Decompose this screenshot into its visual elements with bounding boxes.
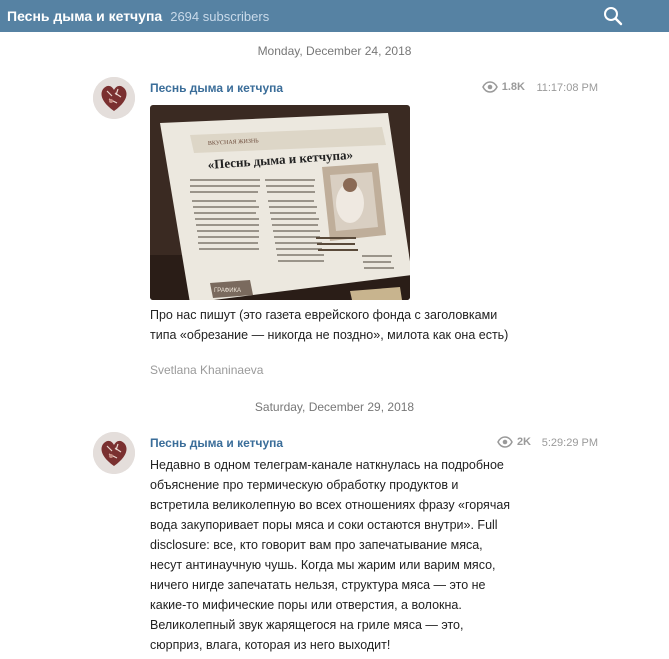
channel-avatar[interactable]: [93, 432, 135, 474]
message-time[interactable]: 11:17:08 PM: [536, 82, 598, 94]
message-time[interactable]: 5:29:29 PM: [542, 437, 598, 449]
search-icon[interactable]: [601, 4, 625, 28]
message-author[interactable]: Песнь дыма и кетчупа: [150, 81, 283, 95]
message-author[interactable]: Песнь дыма и кетчупа: [150, 436, 283, 450]
channel-header: Песнь дыма и кетчупа 2694 subscribers: [0, 0, 669, 32]
message-text: Недавно в одном телеграм-канале наткнула…: [150, 455, 530, 655]
subscriber-count: 2694 subscribers: [170, 8, 270, 24]
channel-avatar[interactable]: [93, 77, 135, 119]
heart-meat-icon: [93, 77, 135, 119]
message-photo[interactable]: ВКУСНАЯ ЖИЗНЬ «Песнь дыма и кетчупа» ГРА…: [150, 105, 410, 300]
message-text-line: disclosure: все, кто говорит вам про зап…: [150, 538, 483, 552]
date-separator: Saturday, December 29, 2018: [254, 400, 415, 414]
message-text-line: ничего нигде запечатать нельзя, структур…: [150, 578, 486, 592]
message-text-line: несут антинаучную чушь. Когда мы жарим и…: [150, 558, 496, 572]
message-text-line: объяснение про термическую обработку про…: [150, 478, 459, 492]
view-count: 1.8K: [501, 81, 525, 93]
view-counter: 2K: [497, 436, 531, 448]
message-text-line: Недавно в одном телеграм-канале наткнула…: [150, 458, 504, 472]
message-text-line: какие-то мифические поры или отверстия, …: [150, 598, 462, 612]
message-text-line: Великолепный звук жарящегося на гриле мя…: [150, 618, 464, 632]
newspaper-photo: ВКУСНАЯ ЖИЗНЬ «Песнь дыма и кетчупа» ГРА…: [150, 105, 410, 300]
message-text-line: сюрприз, влага, которая из него выходит!: [150, 638, 391, 652]
view-counter: 1.8K: [481, 81, 525, 93]
message-text-line: встретила великолепную во всех отношения…: [150, 498, 511, 512]
message-text-line: вода закупоривает поры мяса и соки остаю…: [150, 518, 498, 532]
newspaper-corner-label: ГРАФИКА: [214, 288, 241, 294]
heart-meat-icon: [93, 432, 135, 474]
eye-icon: [497, 436, 513, 448]
view-count: 2K: [516, 436, 531, 448]
message-text: Про нас пишут (это газета еврейского фон…: [150, 308, 509, 342]
eye-icon: [481, 81, 498, 93]
channel-title[interactable]: Песнь дыма и кетчупа: [7, 8, 162, 24]
date-separator: Monday, December 24, 2018: [257, 44, 412, 58]
message-signature: Svetlana Khaninaeva: [150, 363, 264, 377]
